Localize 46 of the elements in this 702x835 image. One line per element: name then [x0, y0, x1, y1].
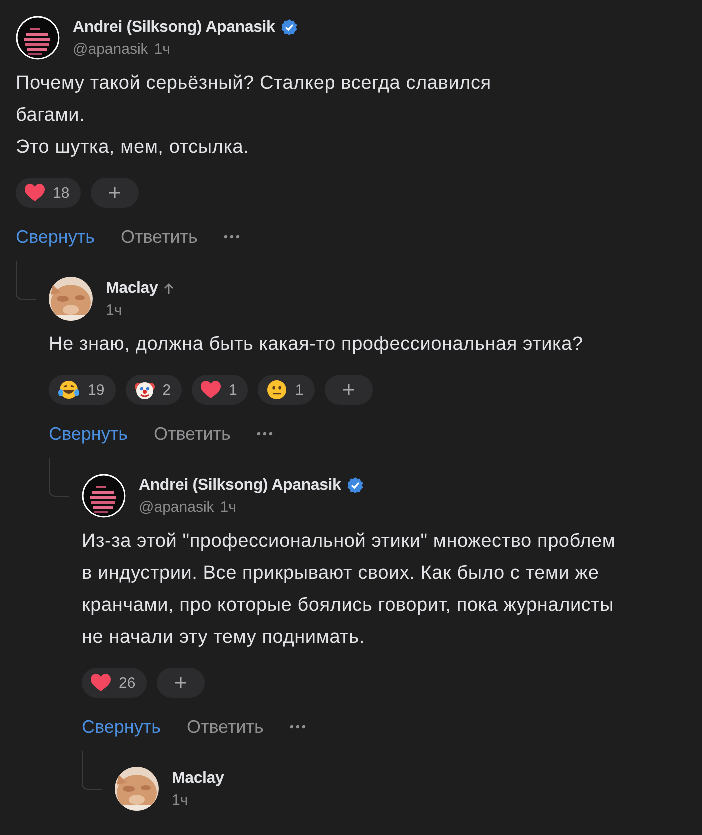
neutral-face-icon: [267, 380, 288, 400]
reaction-button[interactable]: 18: [16, 178, 81, 208]
reaction-button[interactable]: 1: [192, 375, 248, 405]
add-reaction-button[interactable]: [156, 668, 205, 698]
heart-icon: [91, 674, 111, 692]
thread-line: [82, 751, 102, 790]
user-handle[interactable]: @apanasik: [73, 40, 148, 58]
timestamp: 1ч: [220, 498, 236, 516]
thread-line: [16, 261, 36, 300]
heart-icon: [25, 184, 45, 202]
up-arrow-icon[interactable]: [164, 282, 174, 294]
timestamp: 1ч: [154, 40, 170, 58]
collapse-link[interactable]: Свернуть: [16, 226, 95, 248]
more-icon[interactable]: [290, 725, 306, 729]
reaction-button[interactable]: 19: [49, 375, 116, 405]
clown-face-icon: [134, 380, 155, 400]
reaction-button[interactable]: 2: [126, 375, 182, 405]
timestamp: 1ч: [172, 792, 188, 808]
reply-link[interactable]: Ответить: [120, 226, 198, 248]
laughing-face-icon: [58, 380, 80, 400]
verified-badge-icon: [281, 19, 298, 36]
timestamp: 1ч: [106, 302, 122, 318]
author-name[interactable]: Andrei (Silksong) Apanasik: [73, 18, 276, 36]
reaction-button[interactable]: 1: [258, 375, 315, 405]
plus-icon: [108, 187, 121, 199]
add-reaction-button[interactable]: [90, 178, 139, 208]
collapse-link[interactable]: Свернуть: [82, 716, 161, 738]
reply-link[interactable]: Ответить: [186, 716, 264, 738]
comment-text: Почему такой серьёзный? Сталкер всегда славился багами. Это шутка, мем, отсылка.: [16, 72, 492, 160]
author-name[interactable]: Andrei (Silksong) Apanasik: [139, 476, 342, 494]
comment-text: Из-за этой "профессиональной этики" множество проблем в индустрии. Все прикрывают своих. Как было с теми же кранчами, про которые боялись говорит, пока журналисты не начали эту тему поднимать.: [82, 530, 617, 650]
add-reaction-button[interactable]: [324, 375, 373, 405]
plus-icon: [174, 677, 187, 689]
reaction-button[interactable]: 26: [82, 668, 147, 698]
heart-icon: [201, 381, 222, 399]
plus-icon: [342, 384, 355, 396]
comment-text: Не знаю, должна быть какая-то профессиональная этика?: [49, 333, 584, 357]
thread-line: [49, 458, 69, 497]
author-name[interactable]: Maclay: [172, 770, 224, 788]
more-icon[interactable]: [256, 432, 273, 436]
collapse-link[interactable]: Свернуть: [49, 424, 128, 444]
more-icon[interactable]: [224, 235, 240, 239]
author-name[interactable]: Maclay: [106, 280, 158, 298]
verified-badge-icon: [347, 477, 364, 494]
user-handle[interactable]: @apanasik: [139, 498, 214, 516]
reply-link[interactable]: Ответить: [154, 424, 231, 444]
